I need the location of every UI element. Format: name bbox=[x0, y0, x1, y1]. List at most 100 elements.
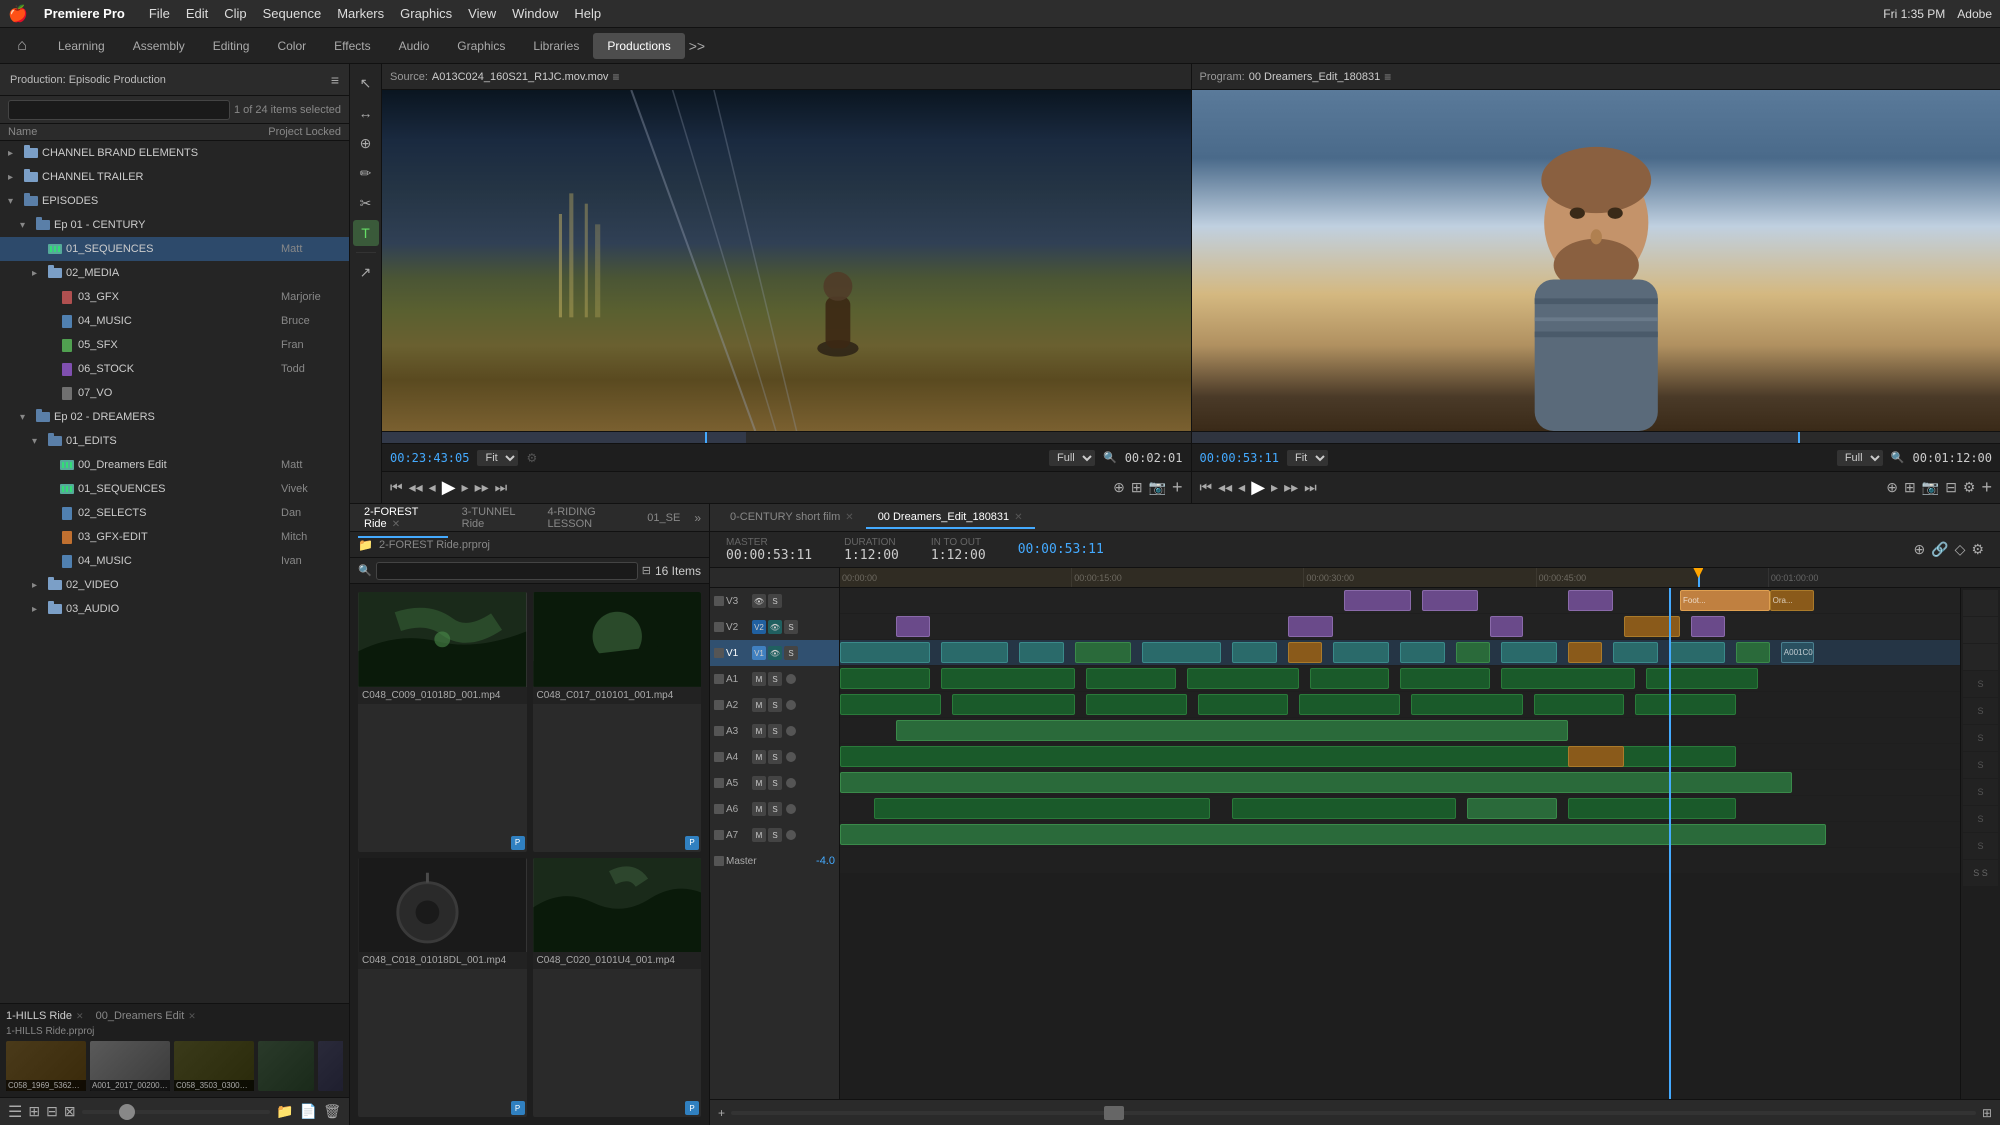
timeline-fit-icon[interactable]: ⊞ bbox=[1982, 1106, 1992, 1120]
clip-v3-4[interactable]: Foot... bbox=[1680, 590, 1770, 611]
track-s-a4[interactable]: S bbox=[768, 750, 782, 764]
zoom-slider[interactable] bbox=[82, 1110, 271, 1114]
close-icon[interactable]: ✕ bbox=[392, 519, 400, 530]
menu-view[interactable]: View bbox=[468, 6, 496, 21]
program-scrubbar[interactable] bbox=[1192, 431, 2000, 443]
menu-window[interactable]: Window bbox=[512, 6, 558, 21]
clip-a2-2[interactable] bbox=[952, 694, 1075, 715]
timeline-ruler[interactable]: 00:00:00 00:00:15:00 00:00:30:00 00:00:4… bbox=[840, 568, 2000, 587]
step-fwd-icon[interactable]: ▸▸ bbox=[475, 479, 489, 496]
clip-v1-3[interactable] bbox=[1019, 642, 1064, 663]
clip-v1-15[interactable] bbox=[1736, 642, 1770, 663]
clip-v2-4[interactable] bbox=[1624, 616, 1680, 637]
select-tool[interactable]: ↖ bbox=[353, 70, 379, 96]
camera-icon[interactable]: 📷 bbox=[1149, 479, 1166, 496]
thumb-hills-2[interactable]: A001_2017_002007_001.mp4 bbox=[90, 1041, 170, 1091]
mark-out-icon[interactable]: ⏭ bbox=[495, 479, 508, 496]
new-bin-icon[interactable]: 📁 bbox=[276, 1103, 293, 1120]
track-m-a1[interactable]: M bbox=[752, 672, 766, 686]
clip-a2-8[interactable] bbox=[1635, 694, 1736, 715]
tree-ep01[interactable]: ▾ Ep 01 - CENTURY bbox=[0, 213, 349, 237]
clip-v2-2[interactable] bbox=[1288, 616, 1333, 637]
track-select-tool[interactable]: ↔ bbox=[353, 100, 379, 126]
razor-tool[interactable]: ✂ bbox=[353, 190, 379, 216]
search-input[interactable] bbox=[8, 100, 230, 120]
play-button[interactable]: ▶ bbox=[442, 477, 456, 498]
clip-v1-4[interactable] bbox=[1075, 642, 1131, 663]
misc-tool[interactable]: ↗ bbox=[353, 259, 379, 285]
clip-tab-forest[interactable]: 2-FOREST Ride ✕ bbox=[358, 504, 448, 532]
prog-mark-in-icon[interactable]: ⏮ bbox=[1200, 479, 1213, 496]
prog-lift-icon[interactable]: ⊕ bbox=[1886, 479, 1898, 496]
clip-v1-2[interactable] bbox=[941, 642, 1008, 663]
clip-a6-1[interactable] bbox=[874, 798, 1210, 819]
clip-v2-3[interactable] bbox=[1490, 616, 1524, 637]
grid-view-icon[interactable]: ⊞ bbox=[28, 1103, 40, 1120]
clip-v3-3[interactable] bbox=[1568, 590, 1613, 611]
tree-06-stock[interactable]: 06_STOCK Todd bbox=[0, 357, 349, 381]
source-quality-select[interactable]: Full bbox=[1049, 450, 1095, 466]
tree-episodes[interactable]: ▾ EPISODES bbox=[0, 189, 349, 213]
pen-tool[interactable]: ✏ bbox=[353, 160, 379, 186]
tab-graphics[interactable]: Graphics bbox=[443, 33, 519, 59]
timeline-link-icon[interactable]: 🔗 bbox=[1931, 541, 1948, 558]
prog-prev-frame-icon[interactable]: ◂ bbox=[1238, 479, 1245, 496]
freeform-icon[interactable]: ⊠ bbox=[64, 1103, 76, 1120]
clip-a1-1[interactable] bbox=[840, 668, 930, 689]
clip-v1-14[interactable] bbox=[1669, 642, 1725, 663]
track-m-a7[interactable]: M bbox=[752, 828, 766, 842]
clip-v1-12[interactable] bbox=[1568, 642, 1602, 663]
timeline-tab-dreamers[interactable]: 00 Dreamers_Edit_180831 ✕ bbox=[866, 507, 1035, 529]
tree-04-music[interactable]: 04_MUSIC Bruce bbox=[0, 309, 349, 333]
clip-a1-5[interactable] bbox=[1310, 668, 1388, 689]
source-more-icon[interactable]: ≡ bbox=[612, 70, 619, 84]
tree-02-video[interactable]: ▸ 02_VIDEO bbox=[0, 573, 349, 597]
track-eye-v2[interactable]: 👁 bbox=[768, 620, 782, 634]
panel-menu-icon[interactable]: ≡ bbox=[331, 72, 339, 88]
clip-v1-13[interactable] bbox=[1613, 642, 1658, 663]
track-sync-v2[interactable]: V2 bbox=[752, 620, 766, 634]
overwrite-icon[interactable]: ⊞ bbox=[1131, 479, 1143, 496]
program-quality-select[interactable]: Full bbox=[1837, 450, 1883, 466]
clip-a1-7[interactable] bbox=[1501, 668, 1635, 689]
track-m-a5[interactable]: M bbox=[752, 776, 766, 790]
clip-a3-music[interactable] bbox=[896, 720, 1568, 741]
tree-03-gfx-edit[interactable]: 03_GFX-EDIT Mitch bbox=[0, 525, 349, 549]
home-icon[interactable]: ⌂ bbox=[8, 32, 36, 60]
thumb-hills-5[interactable] bbox=[318, 1041, 343, 1091]
clip-a1-4[interactable] bbox=[1187, 668, 1299, 689]
prog-next-frame-icon[interactable]: ▸ bbox=[1271, 479, 1278, 496]
tab-audio[interactable]: Audio bbox=[385, 33, 444, 59]
bottom-tab-dreamers[interactable]: 00_Dreamers Edit bbox=[96, 1010, 185, 1022]
track-m-a2[interactable]: M bbox=[752, 698, 766, 712]
prog-comparison-icon[interactable]: ⊟ bbox=[1945, 479, 1957, 496]
timeline-marker-icon[interactable]: ◇ bbox=[1955, 541, 1966, 558]
tree-ep02[interactable]: ▾ Ep 02 - DREAMERS bbox=[0, 405, 349, 429]
clip-a2-3[interactable] bbox=[1086, 694, 1187, 715]
add-button[interactable]: + bbox=[1172, 477, 1183, 498]
clip-v1-1[interactable] bbox=[840, 642, 930, 663]
track-s-a5[interactable]: S bbox=[768, 776, 782, 790]
tree-05-sfx[interactable]: 05_SFX Fran bbox=[0, 333, 349, 357]
track-s-a1[interactable]: S bbox=[768, 672, 782, 686]
source-screen[interactable] bbox=[382, 90, 1191, 431]
clip-tab-seq[interactable]: 01_SE bbox=[641, 510, 686, 526]
track-m-a3[interactable]: M bbox=[752, 724, 766, 738]
list-view-icon[interactable]: ☰ bbox=[8, 1102, 22, 1122]
tree-07-vo[interactable]: 07_VO bbox=[0, 381, 349, 405]
track-solo-v1[interactable]: S bbox=[784, 646, 798, 660]
program-more-icon[interactable]: ≡ bbox=[1384, 70, 1391, 84]
timeline-zoom-slider[interactable] bbox=[731, 1111, 1976, 1115]
clip-a5-1[interactable] bbox=[840, 772, 1792, 793]
clip-item-3[interactable]: C048_C018_01018DL_001.mp4 P bbox=[358, 858, 527, 1118]
zoom-handle[interactable] bbox=[119, 1104, 135, 1120]
prog-camera-icon[interactable]: 📷 bbox=[1922, 479, 1939, 496]
clip-a1-2[interactable] bbox=[941, 668, 1075, 689]
step-back-icon[interactable]: ◂◂ bbox=[409, 479, 423, 496]
tree-03-audio[interactable]: ▸ 03_AUDIO bbox=[0, 597, 349, 621]
prog-step-fwd-icon[interactable]: ▸▸ bbox=[1284, 479, 1298, 496]
prog-step-back-icon[interactable]: ◂◂ bbox=[1218, 479, 1232, 496]
delete-icon[interactable]: 🗑 bbox=[323, 1103, 341, 1120]
clip-tabs-more-icon[interactable]: » bbox=[694, 511, 701, 525]
tree-02-media[interactable]: ▸ 02_MEDIA bbox=[0, 261, 349, 285]
